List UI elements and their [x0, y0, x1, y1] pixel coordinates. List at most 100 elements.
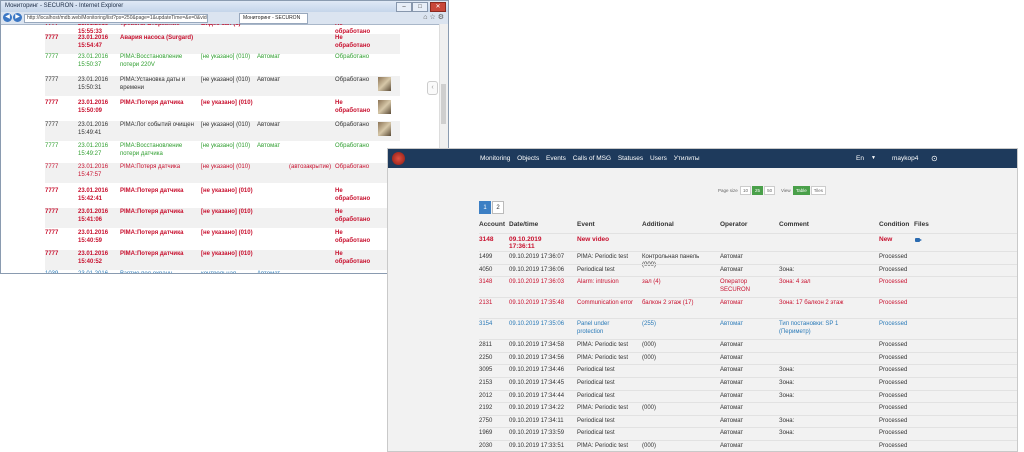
- cell-additional: [не указано] (010): [201, 143, 251, 149]
- table-row[interactable]: 2811 09.10.2019 17:34:58 PIMA: Periodic te…: [479, 339, 1017, 353]
- cell-datetime: 09.10.2019 17:34:11: [509, 417, 564, 424]
- cell-operator: Автомат: [720, 342, 744, 349]
- col-additional[interactable]: Additional: [642, 221, 674, 228]
- cell-datetime: 09.10.2019 17:36:06: [509, 266, 565, 273]
- pagination: 12: [479, 196, 505, 214]
- cell-date: 23.01.2016: [78, 100, 109, 106]
- camera-icon[interactable]: [915, 237, 922, 245]
- table-row[interactable]: 7777 23.01.2016 PIMA:Потеря датчика [не ука…: [45, 163, 400, 183]
- star-icon[interactable]: ☆: [429, 14, 435, 21]
- cell-event: Periodical test: [577, 392, 615, 399]
- cell-operator: Автомат: [720, 443, 744, 449]
- view-table[interactable]: Table: [792, 186, 810, 195]
- table-row[interactable]: 7777 23.01.2016 Авария насоса (Surgard) Не …: [45, 34, 400, 54]
- cell-event: Тревога: Вторжение: [120, 24, 180, 27]
- table-row[interactable]: 7777 23.01.2016 PIMA:Потеря датчика [не ука…: [45, 99, 400, 119]
- cell-account: 3095: [479, 367, 493, 374]
- nav-events[interactable]: Events: [546, 155, 566, 162]
- table-row[interactable]: 7777 23.01.2016 PIMA:Лог событий очищен [не…: [45, 121, 400, 141]
- table-row[interactable]: 7777 23.01.2016 PIMA:Восстановление потери…: [45, 53, 400, 73]
- url-field[interactable]: http://localhost/mdb.web/Monitoring/list…: [24, 14, 208, 23]
- top-navbar: Monitoring Objects Events Calls of MSG S…: [388, 149, 1017, 168]
- nav-utilities[interactable]: Утилиты: [674, 155, 700, 162]
- nav-statuses[interactable]: Statuses: [618, 155, 643, 162]
- cell-time: 15:41:06: [78, 217, 103, 223]
- gear-icon[interactable]: ⚙: [438, 14, 444, 21]
- logo-icon[interactable]: [392, 152, 405, 165]
- nav-objects[interactable]: Objects: [517, 155, 539, 162]
- cell-comment: Зона: 17 балкон 2 этаж: [779, 300, 844, 307]
- cell-auto: Автомат: [257, 270, 287, 273]
- col-condition[interactable]: Condition: [879, 221, 909, 228]
- page-size-10[interactable]: 10: [740, 186, 752, 195]
- table-row[interactable]: 1969 09.10.2019 17:33:59 Periodical test Ав…: [479, 427, 1017, 441]
- table-row[interactable]: 2750 09.10.2019 17:34:11 Periodical test Ав…: [479, 414, 1017, 429]
- chevron-down-icon[interactable]: ▼: [871, 149, 876, 168]
- cell-date: 23.01.2016: [78, 270, 118, 273]
- cell-event: PIMA: Periodic test: [577, 443, 629, 449]
- table-row[interactable]: 7777 23.01.2016 PIMA:Установка даты и врем…: [45, 76, 400, 96]
- cell-datetime: 09.10.2019 17:34:58: [509, 342, 565, 349]
- minimize-button[interactable]: –: [396, 2, 412, 12]
- cell-status: Не обработано: [335, 230, 371, 244]
- photo-thumbnail[interactable]: [378, 77, 391, 91]
- col-files[interactable]: Files: [914, 221, 929, 228]
- cell-additional: (000): [642, 405, 657, 412]
- table-row[interactable]: 3095 09.10.2019 17:34:46 Periodical test Ав…: [479, 364, 1017, 378]
- user-name[interactable]: maykop4: [892, 149, 918, 168]
- view-tiles[interactable]: Tiles: [810, 186, 827, 195]
- col-event[interactable]: Event: [577, 221, 595, 228]
- maximize-button[interactable]: □: [412, 2, 428, 12]
- table-row[interactable]: 2153 09.10.2019 17:34:45 Periodical test Ав…: [479, 377, 1017, 391]
- back-icon[interactable]: ◀: [3, 13, 12, 22]
- scroll-arrow-icon[interactable]: ‹: [427, 81, 438, 95]
- browser-tab[interactable]: Мониторинг - SECURON: [239, 13, 308, 24]
- cell-datetime: 09.10.2019 17:34:46: [509, 367, 565, 374]
- photo-thumbnail[interactable]: [378, 122, 391, 136]
- nav-calls[interactable]: Calls of MSG: [573, 155, 611, 162]
- page-2[interactable]: 2: [492, 201, 504, 214]
- table-row[interactable]: 7777 23.01.2016 PIMA:Потеря датчика [не ука…: [45, 229, 400, 249]
- table-row[interactable]: 7777 23.01.2016 PIMA:Восстановление потери…: [45, 142, 400, 162]
- table-row[interactable]: 2250 09.10.2019 17:34:56 PIMA: Periodic te…: [479, 351, 1017, 366]
- table-row[interactable]: 2192 09.10.2019 17:34:22 PIMA: Periodic te…: [479, 402, 1017, 416]
- col-comment[interactable]: Comment: [779, 221, 809, 228]
- cell-comment: Зона:: [779, 392, 795, 399]
- table-row[interactable]: 2030 09.10.2019 17:33:51 PIMA: Periodic te…: [479, 440, 1017, 451]
- cell-account: 7777: [45, 164, 59, 170]
- nav-users[interactable]: Users: [650, 155, 667, 162]
- cell-operator: Автомат: [720, 321, 744, 328]
- table-row[interactable]: 1039 23.01.2016Взятие под охрануконтрольн…: [45, 270, 400, 273]
- forward-icon[interactable]: ▶: [13, 13, 22, 22]
- col-datetime[interactable]: Date/time: [509, 221, 538, 228]
- table-row[interactable]: 7777 23.01.2016 PIMA:Потеря датчика [не ука…: [45, 208, 400, 228]
- table-row[interactable]: 3154 09.10.2019 17:35:06 Panel under prote…: [479, 318, 1017, 340]
- nav-monitoring[interactable]: Monitoring: [480, 155, 510, 162]
- cell-datetime: 09.10.2019 17:34:22: [509, 405, 565, 412]
- page-size-50[interactable]: 50: [764, 186, 776, 195]
- table-row[interactable]: 7777 23.01.2016 PIMA:Потеря датчика [не ука…: [45, 250, 400, 270]
- table-row[interactable]: 3148 09.10.2019 17:36:11 New video New: [479, 233, 1017, 252]
- cell-event: Periodical test: [577, 380, 615, 386]
- col-account[interactable]: Account: [479, 221, 505, 228]
- col-operator[interactable]: Operator: [720, 221, 747, 228]
- close-button[interactable]: ✕: [430, 2, 446, 12]
- page-size-25[interactable]: 25: [752, 186, 764, 195]
- cell-operator: Автомат: [720, 392, 744, 399]
- cell-account: 1969: [479, 430, 493, 437]
- page-1[interactable]: 1: [479, 201, 491, 214]
- table-row[interactable]: 2131 09.10.2019 17:35:48 Communication err…: [479, 297, 1017, 319]
- cell-account: 7777: [45, 35, 59, 41]
- photo-thumbnail[interactable]: [378, 100, 391, 114]
- table-row[interactable]: 2012 09.10.2019 17:34:44 Periodical test Ав…: [479, 389, 1017, 404]
- table-row[interactable]: 1499 09.10.2019 17:36:07 PIMA: Periodic te…: [479, 251, 1017, 268]
- table-row[interactable]: 7777 23.01.2016 PIMA:Потеря датчика [не ука…: [45, 187, 400, 207]
- table-row[interactable]: 4050 09.10.2019 17:36:06 Periodical test Ав…: [479, 263, 1017, 278]
- cell-additional: [не указано] (010): [201, 100, 253, 106]
- home-icon[interactable]: ⌂: [423, 14, 427, 21]
- table-row[interactable]: 3148 09.10.2019 17:36:03 Alarm: intrusion з…: [479, 276, 1017, 298]
- cell-condition: Processed: [879, 254, 908, 260]
- cell-auto: Автомат: [257, 77, 281, 83]
- language-select[interactable]: En: [856, 149, 864, 168]
- logout-icon[interactable]: ⊙: [931, 149, 938, 168]
